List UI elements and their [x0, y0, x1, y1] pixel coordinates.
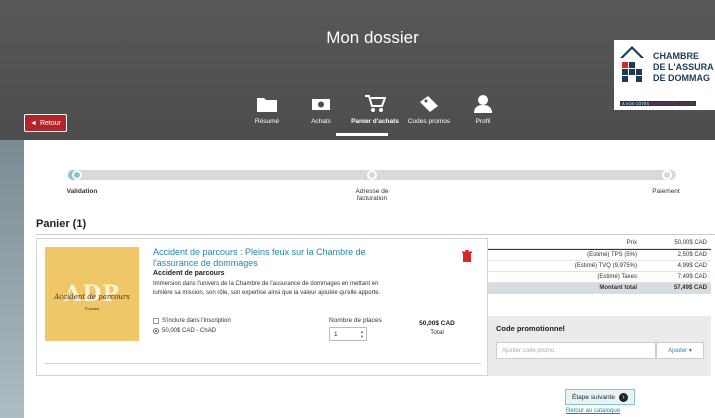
caret-down-icon: ▾: [688, 348, 692, 354]
summary-row: Prix 50,00$ CAD: [488, 238, 711, 249]
promo-code-input[interactable]: Ajouter code promo: [496, 342, 656, 359]
product-subtitle: Accident de parcours: [153, 270, 225, 277]
radio-button[interactable]: [153, 328, 159, 334]
side-decoration: [0, 140, 24, 418]
user-icon: [474, 95, 492, 113]
product-title[interactable]: Accident de parcours : Pleins feux sur l…: [153, 247, 403, 269]
tag-icon: [420, 96, 438, 112]
page-title: Mon dossier: [326, 28, 419, 47]
promo-title: Code promotionnel: [496, 324, 565, 333]
arrow-right-icon: ›: [619, 392, 629, 402]
summary-row: (Estimé) TPS (5%) 2,50$ CAD: [488, 250, 711, 261]
nav-achats[interactable]: Achats: [294, 94, 348, 125]
active-tab-indicator: [336, 133, 388, 136]
product-thumbnail: ADP Accident de parcours Podcast: [45, 247, 139, 341]
summary-row: (Estimé) Taxes 7,49$ CAD: [488, 272, 711, 283]
trash-icon[interactable]: [461, 250, 473, 262]
nav-panier[interactable]: Panier d'achats: [348, 94, 402, 125]
summary-total: Montant total 57,49$ CAD: [488, 283, 711, 294]
promo-panel: Code promotionnel Ajouter code promo Ajo…: [488, 316, 711, 376]
back-button[interactable]: ◄ Retour: [24, 114, 67, 132]
nav-profil[interactable]: Profil: [456, 94, 510, 125]
quantity-label: Nombre de places: [329, 317, 382, 324]
arrow-left-icon: ◄: [30, 119, 37, 127]
line-price: 50,00$ CAD: [419, 320, 455, 327]
add-promo-button[interactable]: Ajouter ▾: [656, 342, 704, 359]
card-divider: [45, 363, 481, 364]
building-icon: [622, 62, 642, 82]
cart-item: ADP Accident de parcours Podcast Acciden…: [36, 238, 488, 376]
product-description: Immersion dans l'univers de la Chambre d…: [153, 281, 381, 296]
step-dot-validation: [72, 170, 82, 180]
step-label-adresse: Adresse de facturation: [355, 188, 389, 202]
main-content: Validation Adresse de facturation Paieme…: [24, 140, 715, 418]
spinner-icon[interactable]: ▲ ▼: [360, 329, 364, 339]
step-label-paiement: Paiement: [652, 188, 680, 195]
summary-row: (Estimé) TVQ (9,975%) 4,99$ CAD: [488, 261, 711, 272]
step-label-validation: Validation: [66, 188, 98, 195]
cart-icon: [365, 95, 386, 112]
nav-resume[interactable]: Résumé: [240, 94, 294, 125]
nav-codes-promos[interactable]: Codes promos: [402, 94, 456, 125]
step-dot-paiement: [662, 170, 672, 180]
progress-bar: [68, 170, 676, 180]
divider: [36, 234, 715, 235]
checkbox-box[interactable]: [153, 318, 159, 324]
folder-icon: [257, 98, 277, 112]
back-to-catalog-link[interactable]: Retour au catalogue: [566, 408, 620, 414]
brand-name: CHAMBRE DE L'ASSURA DE DOMMAG: [653, 51, 714, 83]
step-dot-adresse: [367, 170, 377, 180]
next-step-button[interactable]: Étape suivante ›: [565, 389, 636, 405]
line-total-label: Total: [430, 329, 444, 336]
price-option-radio[interactable]: 50,00$ CAD - ChAD: [153, 328, 216, 334]
money-icon: [312, 99, 330, 110]
brand-logo: CHAMBRE DE L'ASSURA DE DOMMAG À VOS CÔTÉ…: [614, 40, 715, 110]
order-summary: Prix 50,00$ CAD (Estimé) TPS (5%) 2,50$ CA…: [488, 238, 711, 298]
main-nav: Résumé Achats Panier d'achats Codes prom…: [240, 94, 510, 125]
roof-icon: [620, 46, 644, 58]
brand-tagline: À VOS CÔTÉS POUR PERFECTIONNE: [620, 101, 697, 106]
header-banner: Mon dossier CHAMBRE DE L'ASSURA DE DOMMA…: [0, 0, 715, 140]
include-checkbox[interactable]: S'inclure dans l'inscription: [153, 318, 231, 324]
cart-title: Panier (1): [36, 218, 87, 230]
quantity-stepper[interactable]: 1 ▲ ▼: [329, 327, 367, 341]
